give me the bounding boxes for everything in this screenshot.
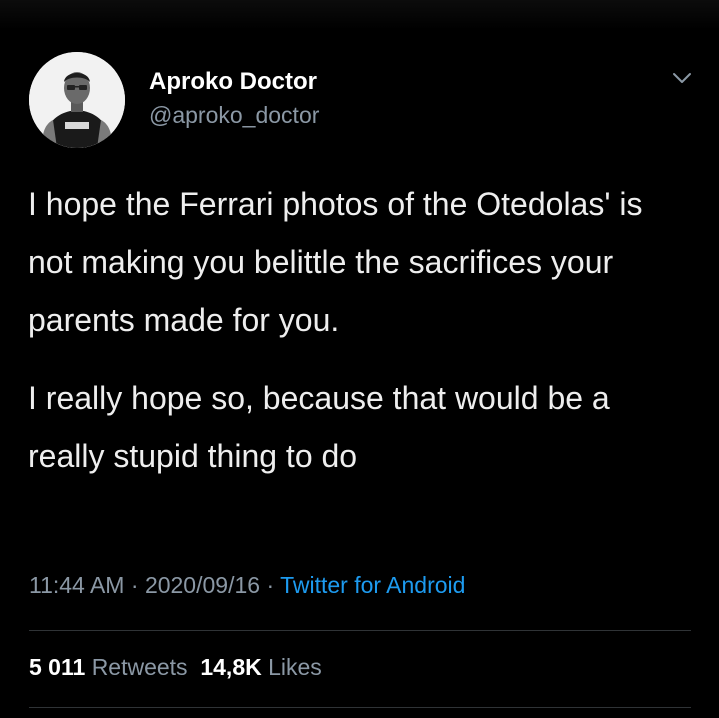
chevron-down-icon[interactable] <box>671 70 693 86</box>
likes-count: 14,8K <box>200 654 262 680</box>
top-bar <box>0 0 719 30</box>
retweets-label: Retweets <box>91 654 188 680</box>
tweet-meta: 11:44 AM · 2020/09/16 · Twitter for Andr… <box>29 572 465 599</box>
tweet-paragraph: I really hope so, because that would be … <box>28 380 610 474</box>
tweet-paragraph: I hope the Ferrari photos of the Otedola… <box>28 186 643 338</box>
person-icon <box>29 52 125 148</box>
author-name[interactable]: Aproko Doctor <box>149 68 317 96</box>
tweet-date[interactable]: 2020/09/16 <box>145 572 260 598</box>
meta-separator: · <box>124 572 145 598</box>
likes-stat[interactable]: 14,8K Likes <box>200 654 321 680</box>
tweet-source-link[interactable]: Twitter for Android <box>280 572 465 598</box>
tweet-stats: 5 011 Retweets 14,8K Likes <box>29 654 322 681</box>
retweets-count: 5 011 <box>29 654 86 680</box>
tweet-text: I hope the Ferrari photos of the Otedola… <box>28 175 678 485</box>
likes-label: Likes <box>268 654 322 680</box>
retweets-stat[interactable]: 5 011 Retweets <box>29 654 188 680</box>
author-handle[interactable]: @aproko_doctor <box>149 102 319 129</box>
tweet-header: Aproko Doctor @aproko_doctor <box>29 52 699 148</box>
avatar[interactable] <box>29 52 125 148</box>
tweet-card: Aproko Doctor @aproko_doctor I hope the … <box>0 0 719 718</box>
divider <box>29 707 691 708</box>
tweet-time[interactable]: 11:44 AM <box>29 572 124 598</box>
meta-separator: · <box>260 572 281 598</box>
divider <box>29 630 691 631</box>
